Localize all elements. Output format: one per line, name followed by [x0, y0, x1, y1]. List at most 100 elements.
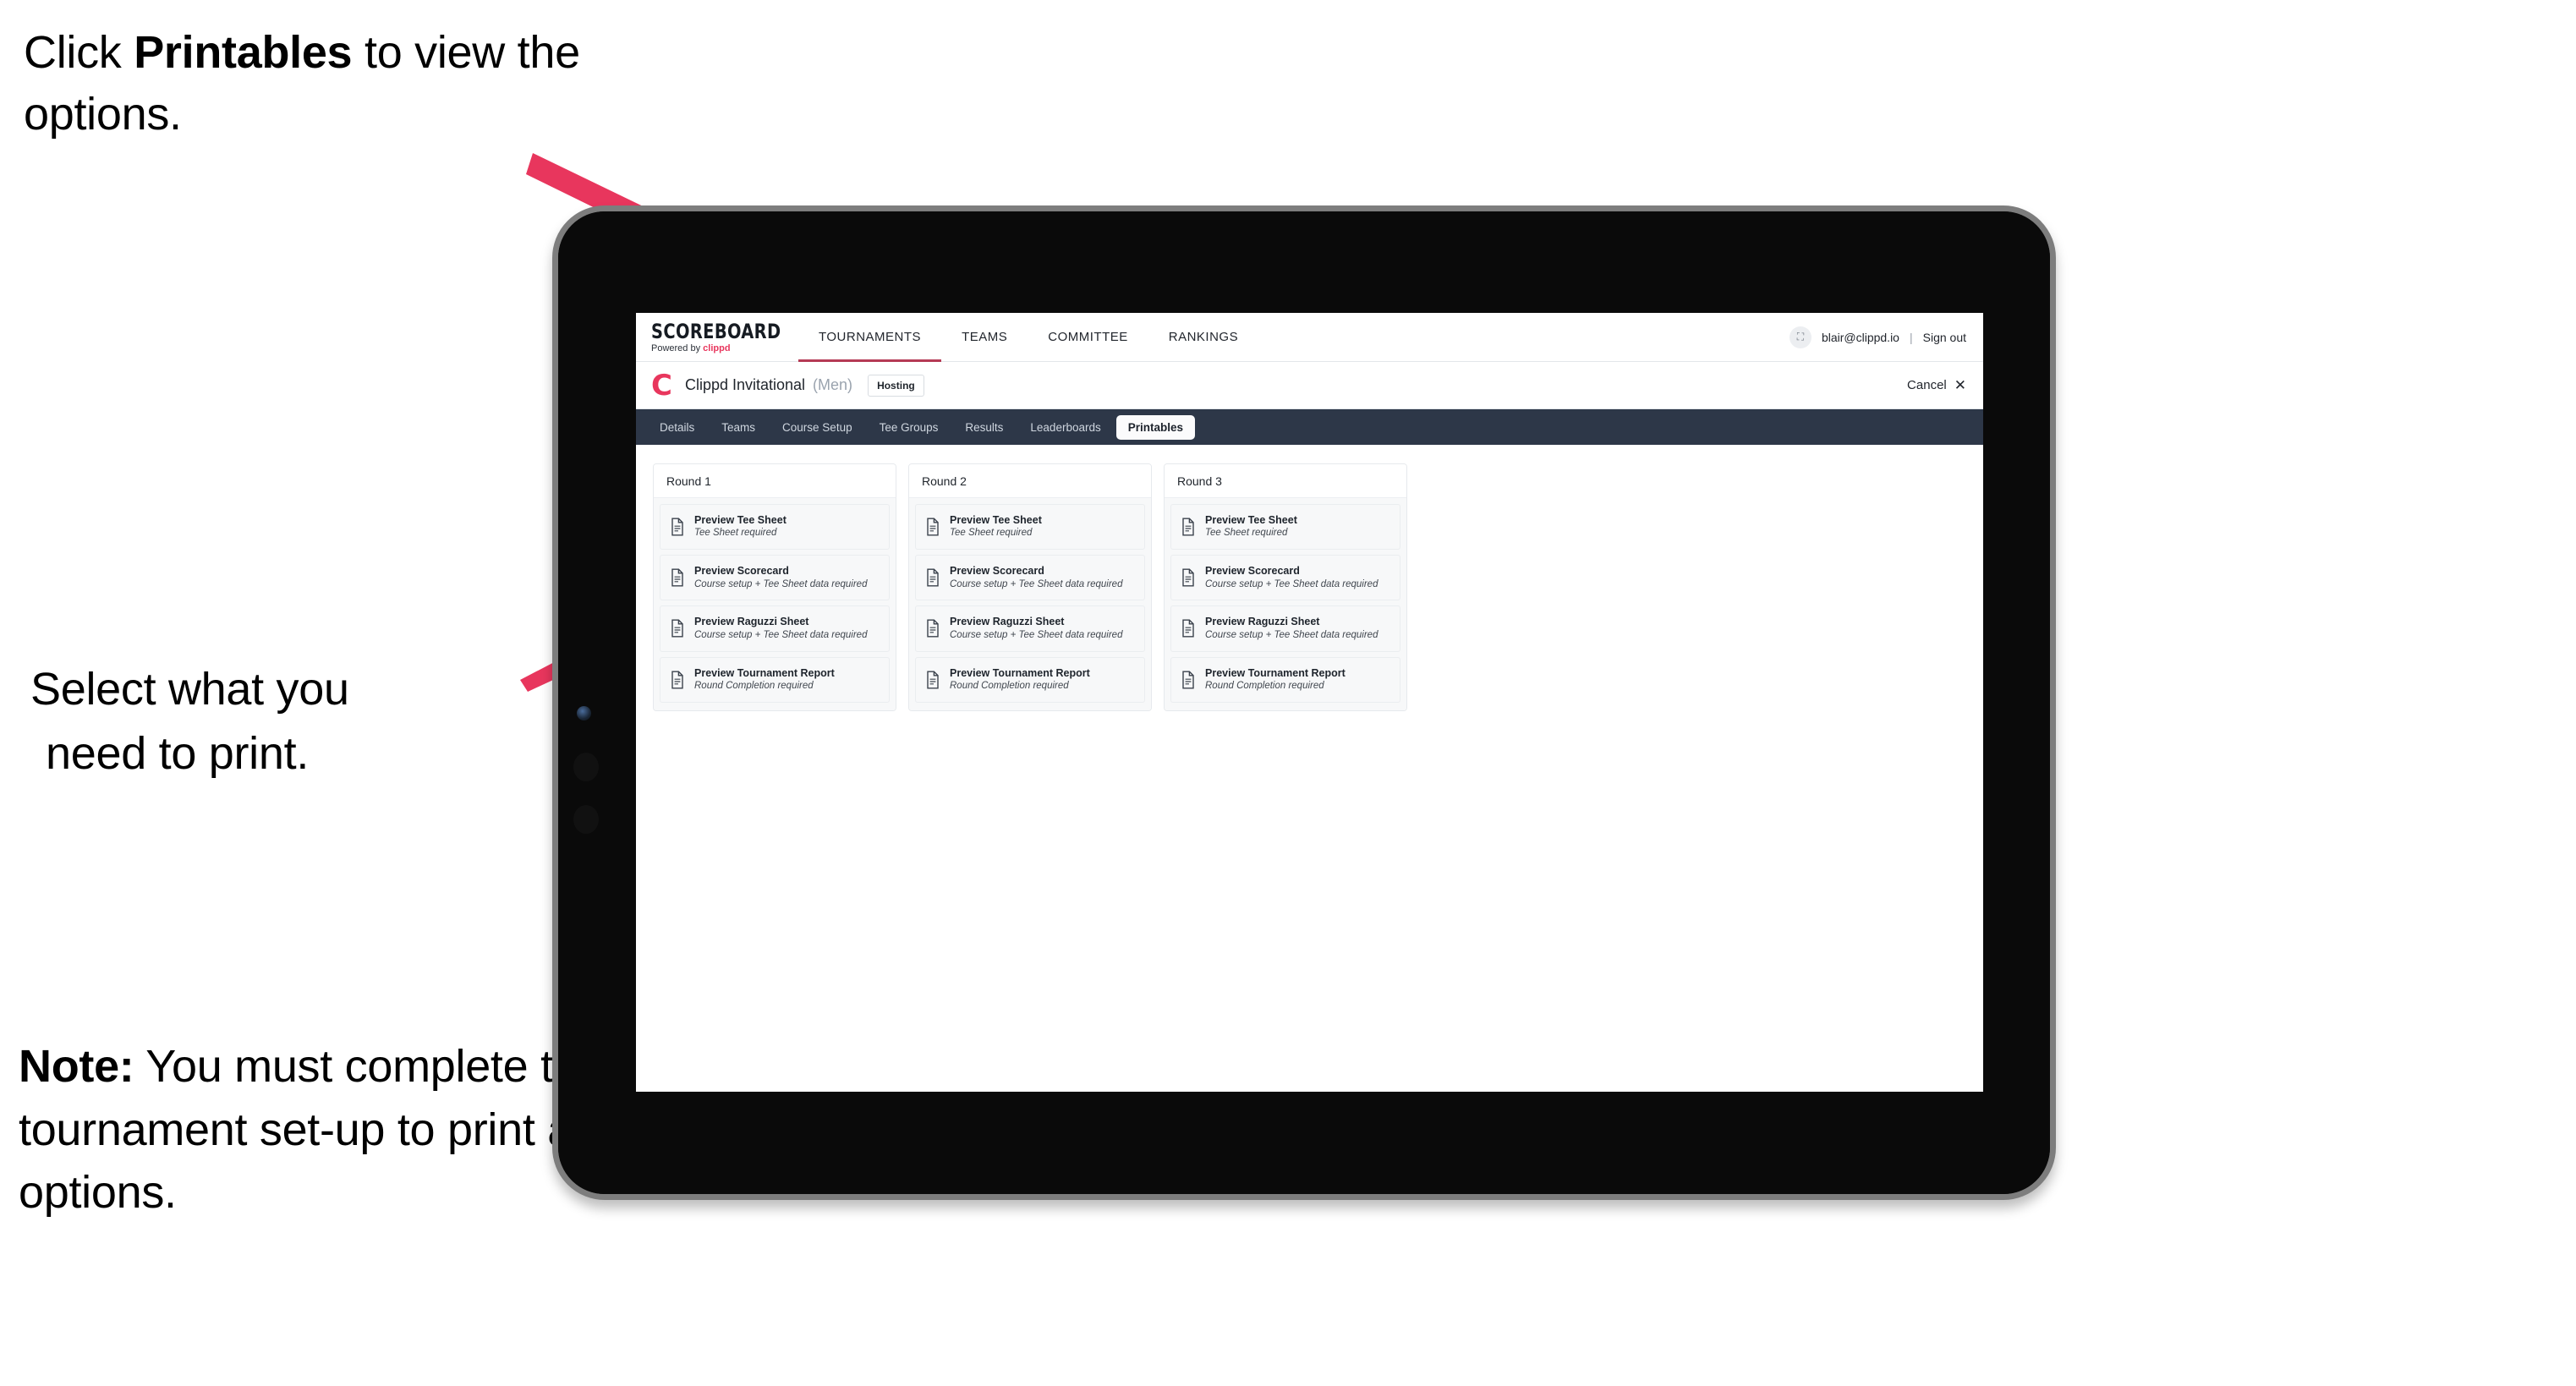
primary-nav: TOURNAMENTS TEAMS COMMITTEE RANKINGS	[798, 313, 1258, 362]
tablet-device-frame: SCOREBOARD Powered by clippd TOURNAMENTS…	[552, 205, 2056, 1200]
round-column-title: Round 2	[909, 464, 1151, 498]
printable-item-text: Preview Tournament Report Round Completio…	[1205, 667, 1346, 693]
printable-item-row[interactable]: Preview Scorecard Course setup + Tee Shee…	[1170, 555, 1400, 601]
printable-item-title: Preview Tee Sheet	[694, 514, 787, 526]
tournament-gender: (Men)	[813, 376, 853, 393]
printable-item-requirement: Tee Sheet required	[950, 528, 1033, 539]
printable-item-text: Preview Tournament Report Round Completio…	[950, 667, 1090, 693]
document-icon	[670, 518, 685, 536]
document-icon	[670, 568, 685, 587]
logo-tagline-brand: clippd	[703, 342, 731, 353]
document-icon	[925, 619, 940, 638]
printable-item-row[interactable]: Preview Tournament Report Round Completio…	[660, 656, 890, 703]
round-item-list: Preview Tee Sheet Tee Sheet required Previ…	[909, 498, 1151, 710]
tab-results[interactable]: Results	[953, 415, 1015, 440]
document-icon	[670, 671, 685, 689]
volume-up-button[interactable]	[573, 753, 599, 781]
nav-item-tournaments[interactable]: TOURNAMENTS	[798, 313, 942, 362]
printable-item-row[interactable]: Preview Scorecard Course setup + Tee Shee…	[660, 555, 890, 601]
printable-item-row[interactable]: Preview Tournament Report Round Completio…	[915, 656, 1145, 703]
tab-teams[interactable]: Teams	[710, 415, 767, 440]
annotation-step-1: Click Printables to view the options.	[24, 22, 616, 146]
app-header: SCOREBOARD Powered by clippd TOURNAMENTS…	[636, 313, 1983, 362]
status-badge: Hosting	[868, 374, 924, 397]
annotation-step-1-bold: Printables	[134, 27, 353, 78]
tablet-screen: SCOREBOARD Powered by clippd TOURNAMENTS…	[558, 211, 2050, 1194]
printable-item-requirement: Round Completion required	[950, 680, 1069, 691]
printable-item-row[interactable]: Preview Scorecard Course setup + Tee Shee…	[915, 555, 1145, 601]
tab-tee-groups[interactable]: Tee Groups	[868, 415, 951, 440]
printable-item-row[interactable]: Preview Raguzzi Sheet Course setup + Tee …	[1170, 605, 1400, 652]
printable-item-row[interactable]: Preview Tee Sheet Tee Sheet required	[660, 504, 890, 551]
printable-item-requirement: Course setup + Tee Sheet data required	[1205, 578, 1378, 589]
volume-down-button[interactable]	[573, 805, 599, 834]
logo-tagline-prefix: Powered by	[651, 342, 704, 353]
avatar[interactable]: ⛶	[1789, 326, 1811, 348]
clippd-logo-icon: C	[651, 368, 672, 403]
printable-item-row[interactable]: Preview Raguzzi Sheet Course setup + Tee …	[660, 605, 890, 652]
printable-item-row[interactable]: Preview Tournament Report Round Completio…	[1170, 656, 1400, 703]
document-icon	[1181, 518, 1196, 536]
section-tab-bar: Details Teams Course Setup Tee Groups Re…	[636, 409, 1983, 445]
round-item-list: Preview Tee Sheet Tee Sheet required Previ…	[654, 498, 896, 710]
printable-item-title: Preview Scorecard	[1205, 565, 1300, 578]
printable-item-text: Preview Tee Sheet Tee Sheet required	[1205, 514, 1297, 540]
round-column: Round 2 Preview Tee Sheet Tee Sheet requir…	[908, 463, 1152, 711]
document-icon	[1181, 568, 1196, 587]
printable-item-row[interactable]: Preview Tee Sheet Tee Sheet required	[1170, 504, 1400, 551]
printable-item-row[interactable]: Preview Raguzzi Sheet Course setup + Tee …	[915, 605, 1145, 652]
printable-item-title: Preview Tournament Report	[950, 666, 1090, 679]
nav-item-teams[interactable]: TEAMS	[941, 313, 1028, 362]
account-area: ⛶ blair@clippd.io | Sign out	[1789, 326, 1983, 348]
browser-viewport: SCOREBOARD Powered by clippd TOURNAMENTS…	[636, 313, 1983, 1092]
printable-item-title: Preview Raguzzi Sheet	[950, 616, 1065, 628]
printable-item-title: Preview Tee Sheet	[1205, 514, 1297, 526]
tab-printables[interactable]: Printables	[1115, 414, 1196, 440]
printable-item-title: Preview Tournament Report	[694, 666, 835, 679]
round-column: Round 1 Preview Tee Sheet Tee Sheet requir…	[653, 463, 896, 711]
printable-item-text: Preview Tournament Report Round Completio…	[694, 667, 835, 693]
document-icon	[925, 568, 940, 587]
round-column-title: Round 1	[654, 464, 896, 498]
annotation-step-2-line-2: need to print.	[46, 727, 310, 779]
logo-wordmark: SCOREBOARD	[651, 319, 781, 343]
printable-item-requirement: Course setup + Tee Sheet data required	[694, 578, 868, 589]
printable-item-title: Preview Tournament Report	[1205, 666, 1346, 679]
tab-leaderboards[interactable]: Leaderboards	[1018, 415, 1112, 440]
tournament-name: Clippd Invitational	[684, 376, 806, 393]
printable-item-text: Preview Raguzzi Sheet Course setup + Tee …	[694, 616, 867, 641]
printable-item-requirement: Course setup + Tee Sheet data required	[1205, 629, 1378, 640]
screenshot-root: Click Printables to view the options. Se…	[0, 0, 2576, 1386]
annotation-step-2: Select what you need to print.	[30, 658, 555, 786]
printable-item-row[interactable]: Preview Tee Sheet Tee Sheet required	[915, 504, 1145, 551]
annotation-step-2-line-1: Select what you	[30, 664, 349, 715]
round-column-title: Round 3	[1165, 464, 1406, 498]
printable-item-requirement: Tee Sheet required	[694, 528, 777, 539]
printable-item-text: Preview Tee Sheet Tee Sheet required	[694, 514, 787, 540]
printable-item-title: Preview Raguzzi Sheet	[1205, 616, 1320, 628]
tab-course-setup[interactable]: Course Setup	[770, 415, 864, 440]
cancel-button-label: Cancel	[1907, 378, 1947, 392]
printable-item-text: Preview Scorecard Course setup + Tee Shee…	[950, 565, 1122, 590]
printable-item-text: Preview Raguzzi Sheet Course setup + Tee …	[950, 616, 1122, 641]
printable-item-title: Preview Tee Sheet	[950, 514, 1042, 526]
sign-out-link[interactable]: Sign out	[1923, 331, 1966, 344]
printable-item-requirement: Round Completion required	[694, 680, 814, 691]
document-icon	[1181, 619, 1196, 638]
annotation-step-1-prefix: Click	[24, 27, 134, 78]
printable-item-title: Preview Raguzzi Sheet	[694, 616, 809, 628]
account-separator: |	[1909, 330, 1913, 344]
tab-details[interactable]: Details	[648, 415, 706, 440]
nav-item-committee[interactable]: COMMITTEE	[1028, 313, 1148, 362]
cancel-button[interactable]: Cancel ✕	[1907, 378, 1966, 392]
rounds-container: Round 1 Preview Tee Sheet Tee Sheet requir…	[653, 463, 1966, 711]
user-email-label: blair@clippd.io	[1821, 330, 1899, 344]
close-icon: ✕	[1954, 377, 1966, 393]
nav-item-rankings[interactable]: RANKINGS	[1148, 313, 1258, 362]
round-column: Round 3 Preview Tee Sheet Tee Sheet requir…	[1164, 463, 1407, 711]
scoreboard-logo[interactable]: SCOREBOARD Powered by clippd	[636, 321, 790, 353]
annotation-note-label: Note:	[19, 1041, 134, 1092]
document-icon	[1181, 671, 1196, 689]
round-item-list: Preview Tee Sheet Tee Sheet required Previ…	[1165, 498, 1406, 710]
document-icon	[670, 619, 685, 638]
